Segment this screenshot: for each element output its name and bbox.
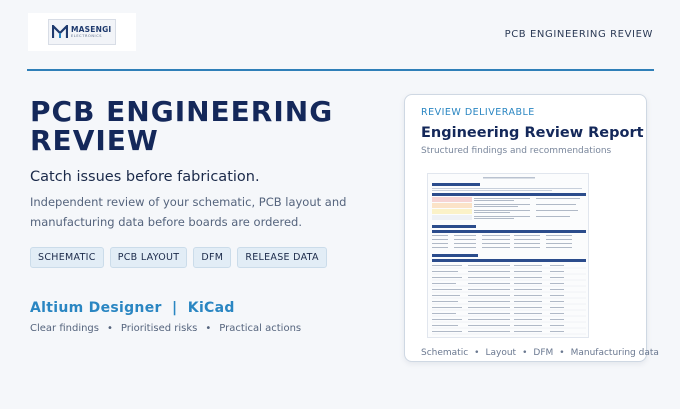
- bullet-dot: •: [522, 348, 528, 358]
- footer-item: Manufacturing data: [570, 348, 659, 358]
- header-divider: [27, 69, 654, 71]
- feature-item: Clear findings: [30, 323, 99, 334]
- report-card: REVIEW DELIVERABLE Engineering Review Re…: [404, 94, 659, 362]
- m-monogram-icon: [52, 25, 68, 38]
- header-title: PCB ENGINEERING REVIEW: [504, 29, 653, 40]
- tag-schematic: SCHEMATIC: [30, 247, 104, 268]
- report-preview-image: [428, 174, 588, 337]
- card-subtitle: Structured findings and recommendations: [421, 146, 612, 156]
- service-tags: SCHEMATIC PCB LAYOUT DFM RELEASE DATA: [30, 247, 327, 268]
- bullet-dot: •: [107, 323, 113, 334]
- footer-item: DFM: [533, 348, 554, 358]
- report-preview-thumbnail: [427, 173, 589, 338]
- card-title: Engineering Review Report: [421, 125, 644, 141]
- card-eyebrow: REVIEW DELIVERABLE: [421, 107, 535, 118]
- footer-item: Layout: [485, 348, 517, 358]
- page-title: PCB ENGINEERING REVIEW: [30, 95, 334, 157]
- description: Independent review of your schematic, PC…: [30, 195, 347, 229]
- feature-item: Practical actions: [219, 323, 302, 334]
- bullet-dot: •: [559, 348, 565, 358]
- feature-item: Prioritised risks: [120, 323, 198, 334]
- tag-pcb-layout: PCB LAYOUT: [109, 247, 188, 268]
- supported-tools: Altium Designer | KiCad: [30, 300, 235, 316]
- brand-logo: MASENGI ELECTRONICS: [28, 13, 136, 51]
- bullet-dot: •: [205, 323, 212, 334]
- footer-item: Schematic: [421, 348, 469, 358]
- brand-logo-badge: MASENGI ELECTRONICS: [48, 19, 116, 45]
- logo-subtitle: ELECTRONICS: [71, 33, 103, 38]
- bullet-dot: •: [474, 348, 480, 358]
- tag-dfm: DFM: [193, 247, 232, 268]
- tagline: Catch issues before fabrication.: [30, 169, 260, 185]
- tag-release-data: RELEASE DATA: [237, 247, 327, 268]
- logo-name: MASENGI: [71, 25, 112, 34]
- card-footer: Schematic • Layout • DFM • Manufacturing…: [421, 348, 659, 358]
- feature-list: Clear findings • Prioritised risks • Pra…: [30, 323, 301, 334]
